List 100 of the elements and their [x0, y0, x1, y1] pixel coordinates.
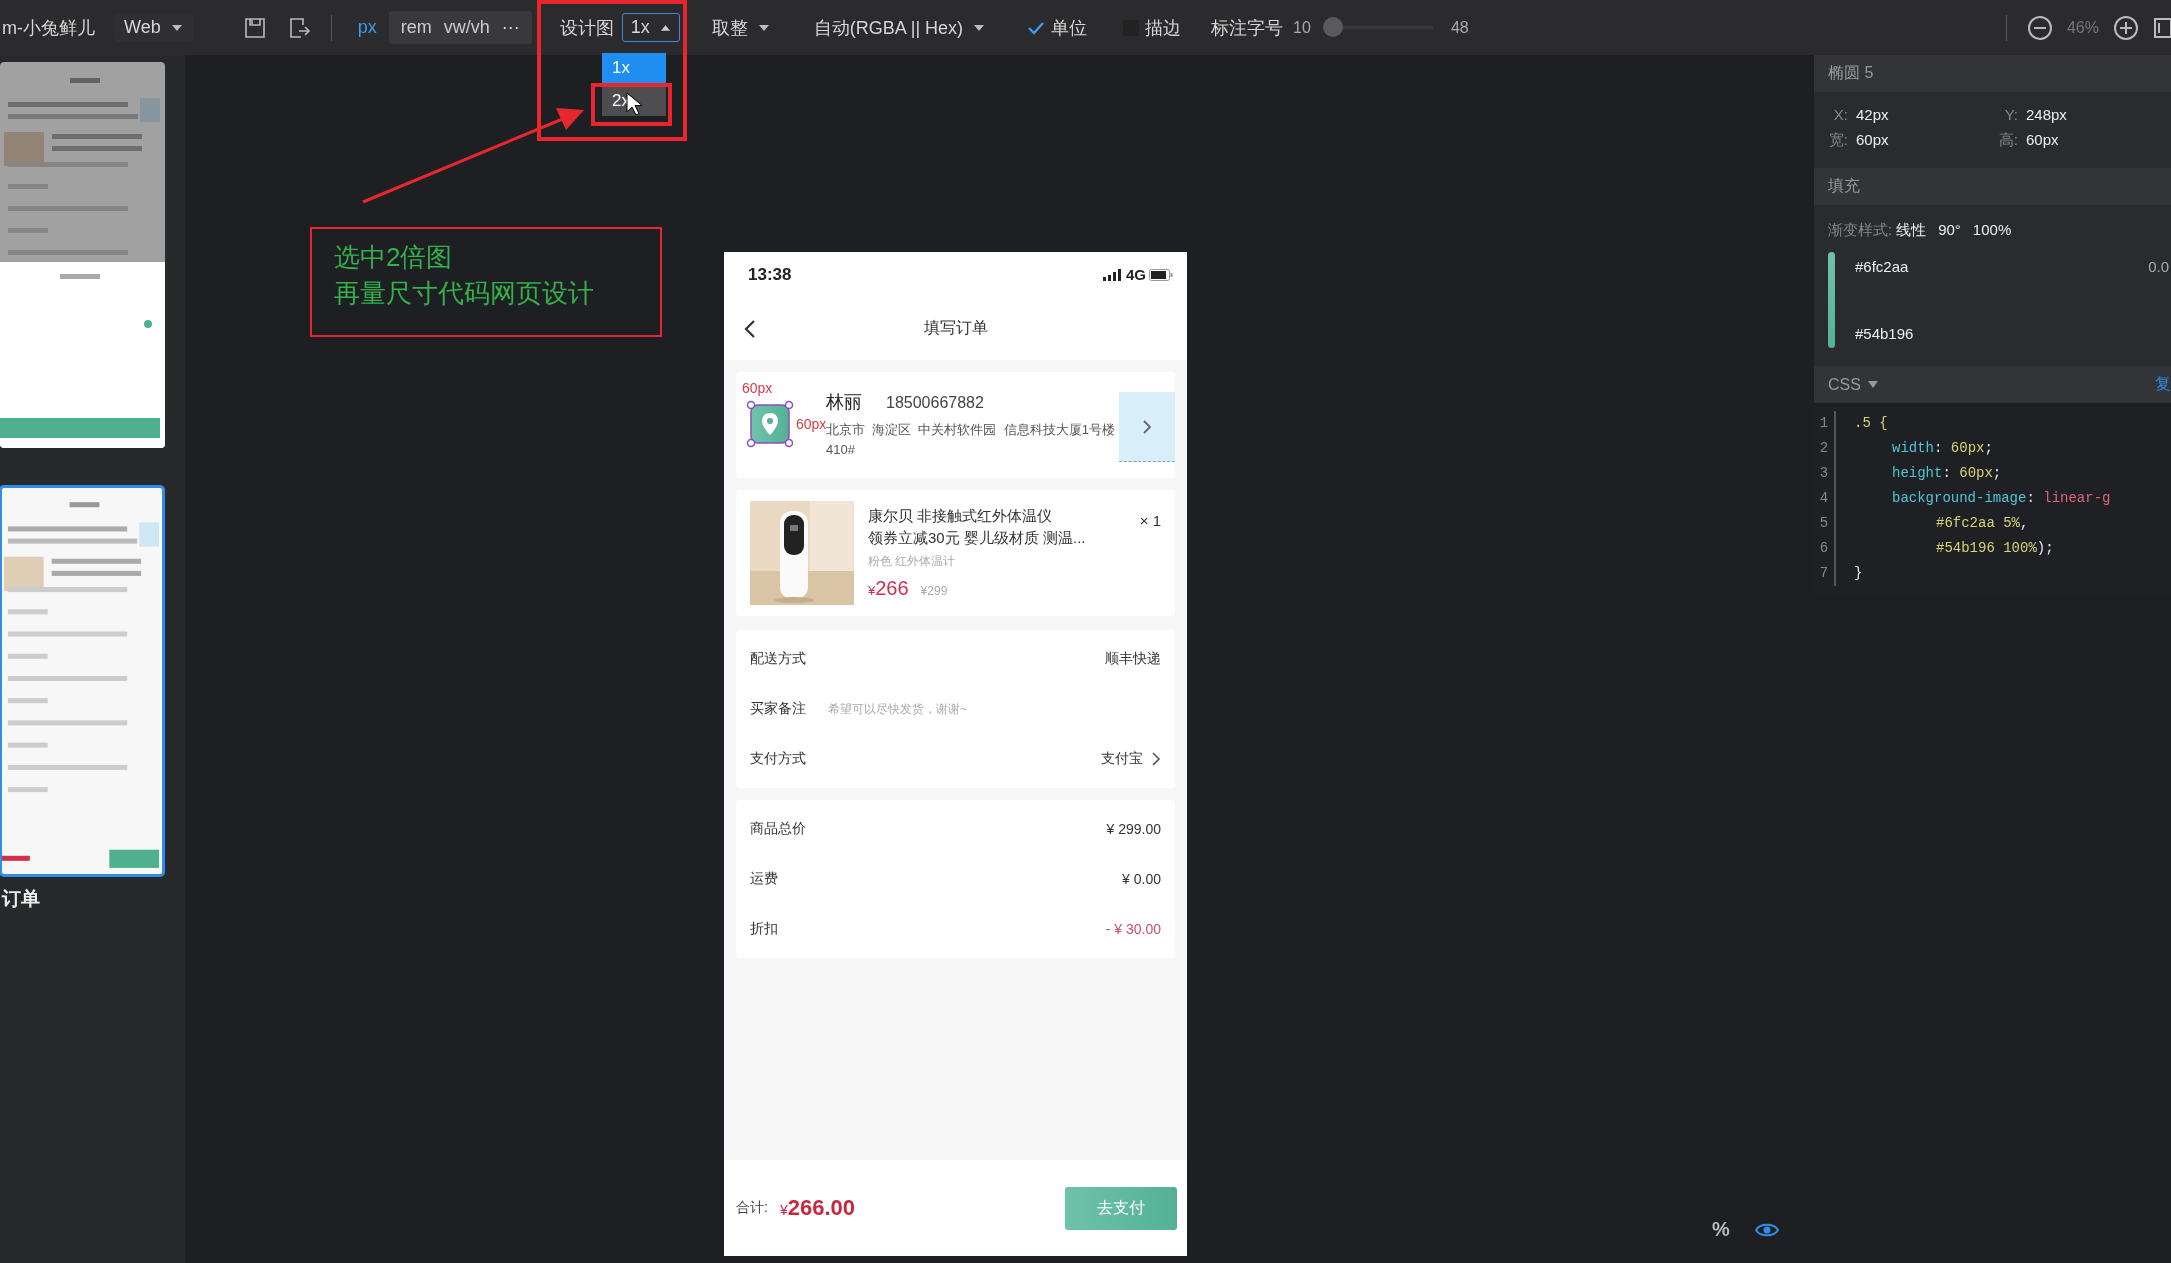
cursor-icon: [626, 92, 642, 116]
summary-value: ¥ 0.00: [1122, 871, 1161, 887]
caret-icon: [973, 23, 986, 32]
toggle-option[interactable]: 描边: [1119, 13, 1186, 42]
gradient-scale: 100%: [1972, 221, 2012, 240]
line-number: 5: [1819, 514, 1829, 533]
status-time: 13:38: [748, 264, 792, 285]
detail-label: 配送方式: [750, 650, 806, 668]
product-title: 康尔贝 非接触式红外体温仪: [868, 506, 1054, 526]
page-label: 订单: [2, 887, 41, 911]
design-scale-select[interactable]: 1x: [621, 13, 680, 42]
property-label: 宽:: [1828, 131, 1848, 150]
quantity: × 1: [1139, 512, 1161, 529]
chevron-icon: [1142, 418, 1152, 435]
layer-name: 椭圆 5: [1814, 55, 2171, 92]
remark-field[interactable]: 希望可以尽快发货，谢谢~: [828, 702, 1161, 716]
code-line: .5 {: [1854, 414, 1889, 433]
property-label: 高:: [1998, 131, 2018, 150]
unit-tab[interactable]: vw/vh: [437, 13, 496, 42]
page-title: 填写订单: [923, 318, 988, 338]
slider-max: 48: [1450, 18, 1469, 37]
fit-icon[interactable]: [2153, 16, 2171, 39]
location-icon: [746, 400, 794, 448]
stop-opacity: 0.0: [2148, 258, 2169, 275]
code-line: background-image: linear-g: [1891, 489, 2111, 508]
product-price: ¥266: [868, 576, 909, 600]
property-value: 42px: [1856, 106, 1889, 123]
color-stop: #6fc2aa: [1855, 258, 1909, 275]
address-text: 北京市 海淀区 中关村软件园 信息科技大厦1号楼410#: [826, 422, 1116, 459]
annotation-text: 再量尺寸代码网页设计: [334, 277, 594, 310]
page-thumbnail[interactable]: [0, 486, 164, 876]
code-line: width: 60px;: [1891, 439, 1994, 458]
property-value: 248px: [2026, 106, 2067, 123]
line-number: 3: [1819, 464, 1829, 483]
property-value: 60px: [1856, 131, 1889, 150]
signal-icon: [1103, 268, 1123, 281]
unit-tab[interactable]: rem: [394, 13, 438, 42]
height-measure: 60px: [796, 416, 827, 432]
width-measure: 60px: [742, 380, 773, 396]
original-price: ¥299: [920, 583, 948, 598]
summary-label: 运费: [750, 870, 778, 888]
payment-method-link[interactable]: 支付宝: [1101, 750, 1161, 768]
code-line: #6fc2aa 5%,: [1935, 514, 2030, 533]
code-line: }: [1854, 564, 1864, 583]
zoom-level: 46%: [2066, 18, 2099, 37]
zoom-in-icon[interactable]: [2113, 14, 2139, 41]
detail-label: 买家备注: [750, 700, 806, 718]
total-label: 合计:: [736, 1199, 768, 1217]
property-value: 60px: [2026, 131, 2059, 150]
font-size-label: 标注字号: [1211, 16, 1284, 40]
caret-icon: [757, 23, 770, 32]
caret-icon: [1866, 380, 1879, 389]
caret-icon: [170, 23, 183, 32]
css-section-title: CSS: [1828, 375, 1861, 394]
summary-value: ¥ 299.00: [1106, 821, 1161, 837]
color-format-select[interactable]: 自动(RGBA || Hex): [803, 11, 996, 44]
unit-tab[interactable]: px: [351, 13, 383, 42]
line-number: 2: [1819, 439, 1829, 458]
line-number: 6: [1819, 539, 1829, 558]
summary-label: 折扣: [750, 920, 778, 938]
line-number: 7: [1819, 564, 1829, 583]
line-number: 1: [1819, 414, 1829, 433]
detail-label: 支付方式: [750, 750, 806, 768]
zoom-out-icon[interactable]: [2026, 14, 2053, 41]
slider-min: 10: [1293, 18, 1311, 37]
back-icon[interactable]: [744, 319, 756, 339]
gradient-type: 线性: [1896, 221, 1927, 240]
caret-icon: [659, 23, 671, 32]
more-button[interactable]: ···: [495, 17, 526, 38]
code-line: height: 60px;: [1891, 464, 2003, 483]
slider-thumb[interactable]: [1322, 17, 1343, 37]
percent-toggle[interactable]: %: [1712, 1218, 1730, 1241]
battery-icon: [1149, 268, 1173, 281]
property-label: Y:: [2003, 106, 2018, 123]
page-thumbnail[interactable]: [0, 62, 165, 448]
recipient-name: 林丽: [826, 391, 862, 414]
property-label: X:: [1832, 106, 1848, 123]
product-spec: 粉色 红外体温计: [868, 552, 957, 570]
gradient-angle: 90°: [1938, 221, 1961, 240]
project-name: m-小兔鲜儿: [2, 16, 96, 40]
copy-link[interactable]: 复: [2155, 374, 2171, 395]
fill-section-title: 填充: [1814, 168, 2171, 205]
recipient-phone: 18500667882: [886, 394, 984, 412]
save-icon[interactable]: [242, 15, 267, 40]
code-line: #54b196 100%);: [1935, 539, 2055, 558]
rounding-select[interactable]: 取整: [701, 11, 780, 44]
design-scale-label: 设计图: [559, 16, 614, 40]
product-subtitle: 领券立减30元 婴儿级材质 测温...: [868, 528, 1087, 548]
chevron-icon: [1151, 751, 1161, 767]
network-label: 4G: [1126, 266, 1146, 283]
line-number: 4: [1819, 489, 1829, 508]
summary-value: - ¥ 30.00: [1105, 921, 1161, 937]
summary-label: 商品总价: [750, 820, 806, 838]
gradient-label: 渐变样式:: [1828, 221, 1893, 240]
detail-value: 顺丰快递: [1105, 650, 1161, 668]
total-amount: ¥266.00: [779, 1195, 855, 1221]
annotation-text: 选中2倍图: [334, 241, 453, 274]
color-stop: #54b196: [1855, 325, 1914, 342]
platform-select[interactable]: Web: [114, 13, 193, 42]
toggle-option[interactable]: 单位: [1023, 13, 1092, 42]
